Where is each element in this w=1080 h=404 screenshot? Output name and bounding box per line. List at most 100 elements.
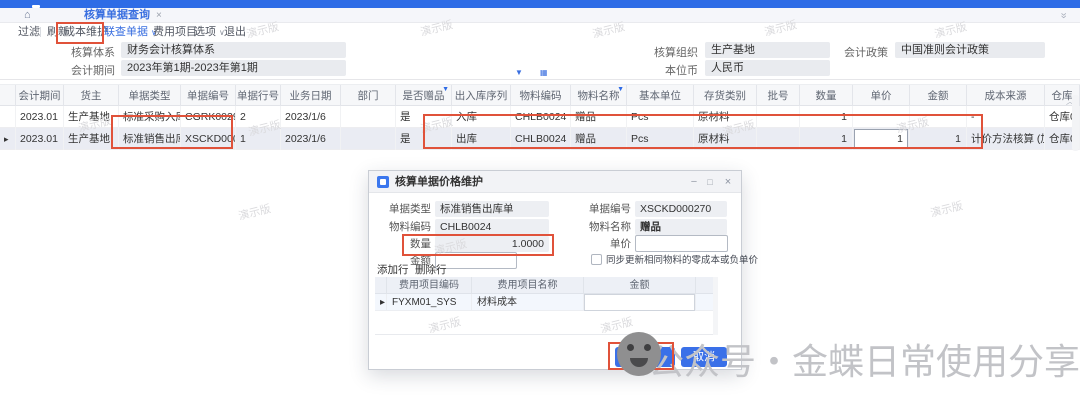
col-header-inout-seq[interactable]: 出入库序列 — [452, 85, 511, 107]
col-header-base-unit[interactable]: 基本单位 — [627, 85, 694, 107]
qty-field[interactable]: 1.0000 — [435, 236, 549, 252]
cancel-button[interactable]: 取消 — [681, 347, 727, 367]
toolbar-exit-button[interactable]: 退出 — [224, 25, 246, 39]
price-cell-editor[interactable]: 1 — [854, 129, 908, 149]
table-row-selected[interactable]: ▸ 2023.01 生产基地 标准销售出库单 XSCKD000270 1 202… — [0, 128, 1080, 150]
col-header-batch-no[interactable]: 批号 — [757, 85, 800, 107]
toolbar-cost-maintain-button[interactable]: 成本维护 — [64, 25, 108, 39]
col-header-dept[interactable]: 部门 — [341, 85, 396, 107]
field-accounting-org[interactable]: 生产基地 — [705, 42, 830, 58]
cell[interactable]: XSCKD000270 — [181, 128, 236, 150]
col-header-stock-category[interactable]: 存货类别 — [694, 85, 757, 107]
material-name-field[interactable]: 赠品 — [635, 219, 727, 235]
cell[interactable]: 原材料 — [694, 128, 757, 150]
grid-filter-icon[interactable]: ▼ — [515, 68, 523, 77]
cell[interactable]: CHLB0024 — [511, 128, 571, 150]
cell[interactable] — [910, 106, 967, 128]
col-header-cost-source[interactable]: 成本来源 — [967, 85, 1045, 107]
cell-expense-amount[interactable] — [584, 294, 696, 311]
doc-no-field[interactable]: XSCKD000270 — [635, 201, 727, 217]
cell[interactable]: Pcs — [627, 106, 694, 128]
col-header-price[interactable]: 单价 — [853, 85, 910, 107]
toolbar-options-button[interactable]: 选项∨ — [194, 25, 225, 39]
cell[interactable]: 标准采购入库 — [119, 106, 181, 128]
cell-price-editor-wrap[interactable]: 1 — [853, 128, 910, 150]
col-header-period[interactable]: 会计期间 — [16, 85, 64, 107]
add-row-button[interactable]: 添加行 — [377, 262, 409, 277]
home-icon[interactable]: ⌂ — [24, 8, 31, 23]
tab-close-icon[interactable]: × — [156, 10, 162, 21]
filter-icon[interactable]: ▼ — [617, 86, 624, 94]
material-code-field[interactable]: CHLB0024 — [435, 219, 549, 235]
cell[interactable]: 标准销售出库单 — [119, 128, 181, 150]
dialog-title-bar[interactable]: 核算单据价格维护 − □ × — [369, 171, 741, 193]
delete-row-button[interactable]: 删除行 — [415, 262, 447, 277]
col-header-expense-code[interactable]: 费用项目编码 — [387, 277, 472, 294]
field-accounting-system[interactable]: 财务会计核算体系 — [121, 42, 346, 58]
maximize-icon[interactable]: □ — [703, 171, 717, 193]
cell[interactable]: 赠品 — [571, 106, 627, 128]
ok-button[interactable]: 确定 — [615, 347, 675, 367]
cell[interactable]: 2023.01 — [16, 128, 64, 150]
col-header-material-code[interactable]: 物料编码 — [511, 85, 571, 107]
col-header-owner[interactable]: 货主 — [64, 85, 119, 107]
cell[interactable]: 入库 — [452, 106, 511, 128]
sync-update-checkbox[interactable] — [591, 254, 602, 265]
cell[interactable] — [341, 106, 396, 128]
cell[interactable]: 2023/1/6 — [281, 106, 341, 128]
price-input[interactable] — [635, 235, 728, 252]
cell[interactable]: 生产基地 — [64, 128, 119, 150]
cell[interactable]: Pcs — [627, 128, 694, 150]
col-header-material-name[interactable]: 物料名称▼ — [571, 85, 627, 107]
filter-icon[interactable]: ▼ — [442, 86, 449, 94]
cell[interactable]: 1 — [800, 106, 853, 128]
collapse-tabs-icon[interactable]: » — [1055, 12, 1070, 18]
col-header-expense-amount[interactable]: 金额 — [584, 277, 696, 294]
toolbar-filter-button[interactable]: 过滤 — [18, 25, 40, 39]
col-header-doc-type[interactable]: 单据类型 — [119, 85, 181, 107]
cell[interactable]: 1 — [910, 128, 967, 150]
expense-table-row[interactable]: ▸ FYXM01_SYS 材料成本 — [375, 294, 717, 311]
col-header-doc-no[interactable]: 单据编号 — [181, 85, 236, 107]
amount-input[interactable] — [435, 252, 517, 269]
toolbar-expense-item-button[interactable]: 费用项目 — [153, 25, 197, 39]
minimize-icon[interactable]: − — [687, 171, 701, 193]
cell[interactable]: 是 — [396, 128, 452, 150]
cell-expense-code[interactable]: FYXM01_SYS — [387, 294, 472, 311]
field-accounting-period[interactable]: 2023年第1期-2023年第1期 — [121, 60, 346, 76]
cell[interactable]: - — [967, 106, 1045, 128]
vertical-scrollbar[interactable] — [1072, 95, 1079, 151]
cell[interactable]: 生产基地 — [64, 106, 119, 128]
col-header-amount[interactable]: 金额 — [910, 85, 967, 107]
tab-accounting-doc-query[interactable]: 核算单据查询× — [84, 8, 162, 23]
cell[interactable]: 计价方法核算 (加 — [967, 128, 1045, 150]
table-row[interactable]: 2023.01 生产基地 标准采购入库 CGRK00296 2 2023/1/6… — [0, 106, 1080, 128]
cell[interactable]: 是 — [396, 106, 452, 128]
expense-amount-editor[interactable] — [584, 294, 695, 311]
grid-settings-icon[interactable]: ▦ — [540, 68, 548, 77]
cell[interactable]: 赠品 — [571, 128, 627, 150]
expense-table-scrollbar[interactable] — [713, 277, 718, 335]
col-header-expense-name[interactable]: 费用项目名称 — [472, 277, 584, 294]
field-accounting-policy[interactable]: 中国准则会计政策 — [895, 42, 1045, 58]
toolbar-linked-query-button[interactable]: 联查单据∨ — [104, 25, 157, 39]
cell[interactable]: CHLB0024 — [511, 106, 571, 128]
close-icon[interactable]: × — [721, 171, 735, 193]
cell[interactable]: 1 — [800, 128, 853, 150]
doc-type-field[interactable]: 标准销售出库单 — [435, 201, 549, 217]
col-header-biz-date[interactable]: 业务日期 — [281, 85, 341, 107]
cell-expense-name[interactable]: 材料成本 — [472, 294, 584, 311]
cell[interactable] — [341, 128, 396, 150]
cell[interactable]: 1 — [236, 128, 281, 150]
cell[interactable] — [757, 106, 800, 128]
cell[interactable]: 出库 — [452, 128, 511, 150]
cell[interactable] — [853, 106, 910, 128]
field-base-currency[interactable]: 人民币 — [705, 60, 830, 76]
cell[interactable] — [757, 128, 800, 150]
col-header-is-gift[interactable]: 是否赠品▼ — [396, 85, 452, 107]
cell[interactable]: 原材料 — [694, 106, 757, 128]
cell[interactable]: CGRK00296 — [181, 106, 236, 128]
cell[interactable]: 2023/1/6 — [281, 128, 341, 150]
cell[interactable]: 2023.01 — [16, 106, 64, 128]
cell[interactable]: 2 — [236, 106, 281, 128]
